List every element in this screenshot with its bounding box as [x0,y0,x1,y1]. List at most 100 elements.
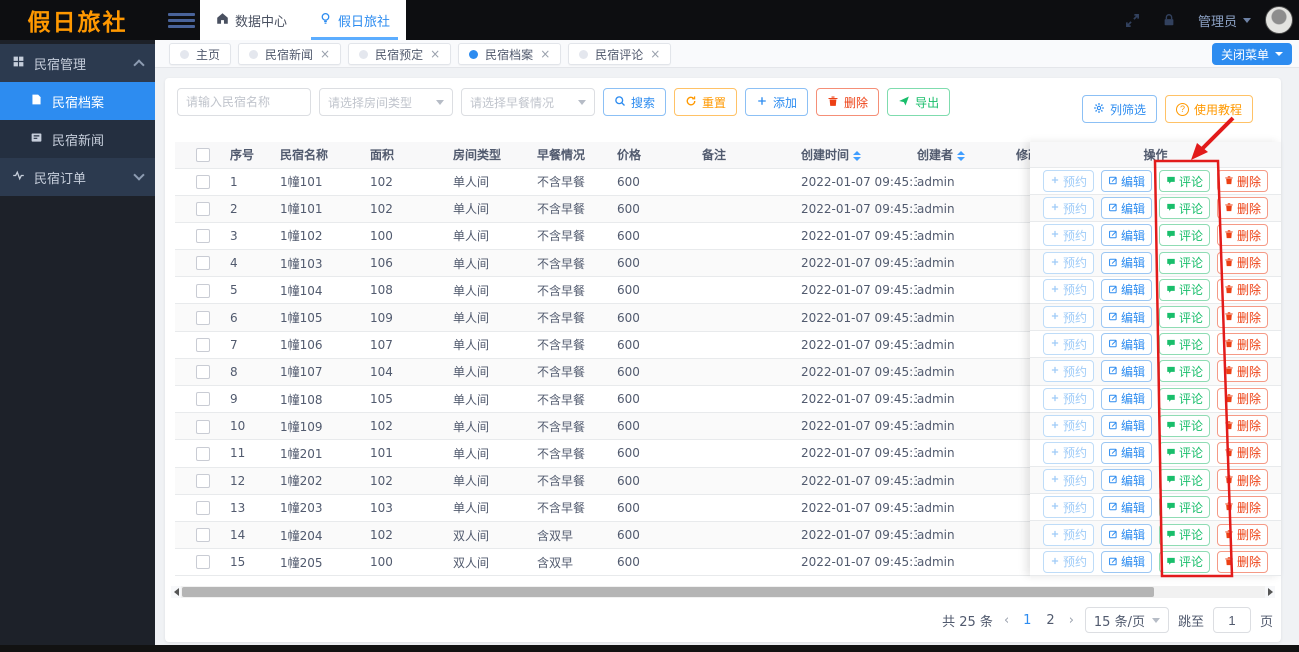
export-button[interactable]: 导出 [887,88,951,116]
edit-button[interactable]: 编辑 [1100,496,1152,519]
user-menu-caret-icon[interactable] [1243,17,1251,23]
book-button[interactable]: 预约 [1042,278,1094,301]
delete-row-button[interactable]: 删除 [1217,360,1269,383]
row-checkbox[interactable] [195,473,210,488]
scroll-left-icon[interactable] [171,586,181,598]
room-type-select[interactable]: 请选择房间类型 [319,88,453,116]
comment-button[interactable]: 评论 [1159,550,1211,573]
comment-button[interactable]: 评论 [1159,523,1211,546]
edit-button[interactable]: 编辑 [1100,224,1152,247]
row-checkbox[interactable] [195,446,210,461]
edit-button[interactable]: 编辑 [1100,306,1152,329]
row-checkbox[interactable] [195,229,210,244]
row-checkbox[interactable] [195,174,210,189]
prev-page-icon[interactable]: ‹ [1002,613,1011,628]
book-button[interactable]: 预约 [1042,550,1094,573]
book-button[interactable]: 预约 [1042,306,1094,329]
delete-row-button[interactable]: 删除 [1217,469,1269,492]
book-button[interactable]: 预约 [1042,197,1094,220]
delete-row-button[interactable]: 删除 [1217,523,1269,546]
comment-button[interactable]: 评论 [1159,333,1211,356]
comment-button[interactable]: 评论 [1159,224,1211,247]
close-icon[interactable] [650,48,660,60]
breakfast-select[interactable]: 请选择早餐情况 [461,88,595,116]
tutorial-button[interactable]: 使用教程 [1164,95,1253,123]
book-button[interactable]: 预约 [1042,496,1094,519]
close-icon[interactable] [320,48,330,60]
book-button[interactable]: 预约 [1042,469,1094,492]
book-button[interactable]: 预约 [1042,523,1094,546]
homestay-name-input[interactable] [177,88,311,116]
search-button[interactable]: 搜索 [603,88,667,116]
delete-row-button[interactable]: 删除 [1217,414,1269,437]
user-menu[interactable]: 管理员 [1198,11,1237,30]
row-checkbox[interactable] [195,555,210,570]
edit-button[interactable]: 编辑 [1100,523,1152,546]
row-checkbox[interactable] [195,501,210,516]
delete-row-button[interactable]: 删除 [1217,441,1269,464]
page-1[interactable]: 1 [1020,613,1034,628]
reset-button[interactable]: 重置 [674,88,738,116]
lock-icon[interactable] [1162,13,1176,27]
edit-button[interactable]: 编辑 [1100,441,1152,464]
tab-homestay-booking[interactable]: 民宿预定 [348,43,452,65]
comment-button[interactable]: 评论 [1159,360,1211,383]
book-button[interactable]: 预约 [1042,224,1094,247]
delete-row-button[interactable]: 删除 [1217,278,1269,301]
book-button[interactable]: 预约 [1042,360,1094,383]
sidebar-item-homestay-management[interactable]: 民宿管理 [0,44,155,82]
close-icon[interactable] [540,48,550,60]
tab-homestay-comments[interactable]: 民宿评论 [568,43,672,65]
comment-button[interactable]: 评论 [1159,441,1211,464]
tab-homestay-archive[interactable]: 民宿档案 [458,43,562,65]
delete-row-button[interactable]: 删除 [1217,170,1269,193]
book-button[interactable]: 预约 [1042,170,1094,193]
edit-button[interactable]: 编辑 [1100,414,1152,437]
book-button[interactable]: 预约 [1042,441,1094,464]
delete-row-button[interactable]: 删除 [1217,197,1269,220]
edit-button[interactable]: 编辑 [1100,278,1152,301]
row-checkbox[interactable] [195,283,210,298]
comment-button[interactable]: 评论 [1159,306,1211,329]
row-checkbox[interactable] [195,337,210,352]
comment-button[interactable]: 评论 [1159,469,1211,492]
tab-home[interactable]: 主页 [169,43,232,65]
edit-button[interactable]: 编辑 [1100,251,1152,274]
page-2[interactable]: 2 [1043,613,1057,628]
avatar[interactable] [1265,6,1293,34]
comment-button[interactable]: 评论 [1159,170,1211,193]
hamburger-menu-icon[interactable] [168,13,195,28]
comment-button[interactable]: 评论 [1159,496,1211,519]
comment-button[interactable]: 评论 [1159,414,1211,437]
row-checkbox[interactable] [195,310,210,325]
scroll-right-icon[interactable] [1265,586,1275,598]
delete-row-button[interactable]: 删除 [1217,550,1269,573]
edit-button[interactable]: 编辑 [1100,333,1152,356]
close-menu-button[interactable]: 关闭菜单 [1211,43,1292,65]
next-page-icon[interactable]: › [1067,613,1076,628]
delete-row-button[interactable]: 删除 [1217,306,1269,329]
delete-row-button[interactable]: 删除 [1217,333,1269,356]
comment-button[interactable]: 评论 [1159,251,1211,274]
delete-row-button[interactable]: 删除 [1217,387,1269,410]
scrollbar-track[interactable] [181,586,1265,598]
book-button[interactable]: 预约 [1042,333,1094,356]
edit-button[interactable]: 编辑 [1100,469,1152,492]
close-icon[interactable] [430,48,440,60]
delete-row-button[interactable]: 删除 [1217,496,1269,519]
tab-homestay-news[interactable]: 民宿新闻 [238,43,342,65]
edit-button[interactable]: 编辑 [1100,550,1152,573]
row-checkbox[interactable] [195,392,210,407]
book-button[interactable]: 预约 [1042,414,1094,437]
delete-row-button[interactable]: 删除 [1217,251,1269,274]
topnav-item-holiday-hostel[interactable]: 假日旅社 [303,0,406,40]
delete-row-button[interactable]: 删除 [1217,224,1269,247]
sort-created[interactable] [853,150,862,161]
delete-button[interactable]: 删除 [816,88,880,116]
edit-button[interactable]: 编辑 [1100,197,1152,220]
jump-page-input[interactable] [1212,607,1251,633]
row-checkbox[interactable] [195,202,210,217]
column-filter-button[interactable]: 列筛选 [1081,95,1157,123]
add-button[interactable]: 添加 [745,88,809,116]
select-all-checkbox[interactable] [195,148,210,162]
